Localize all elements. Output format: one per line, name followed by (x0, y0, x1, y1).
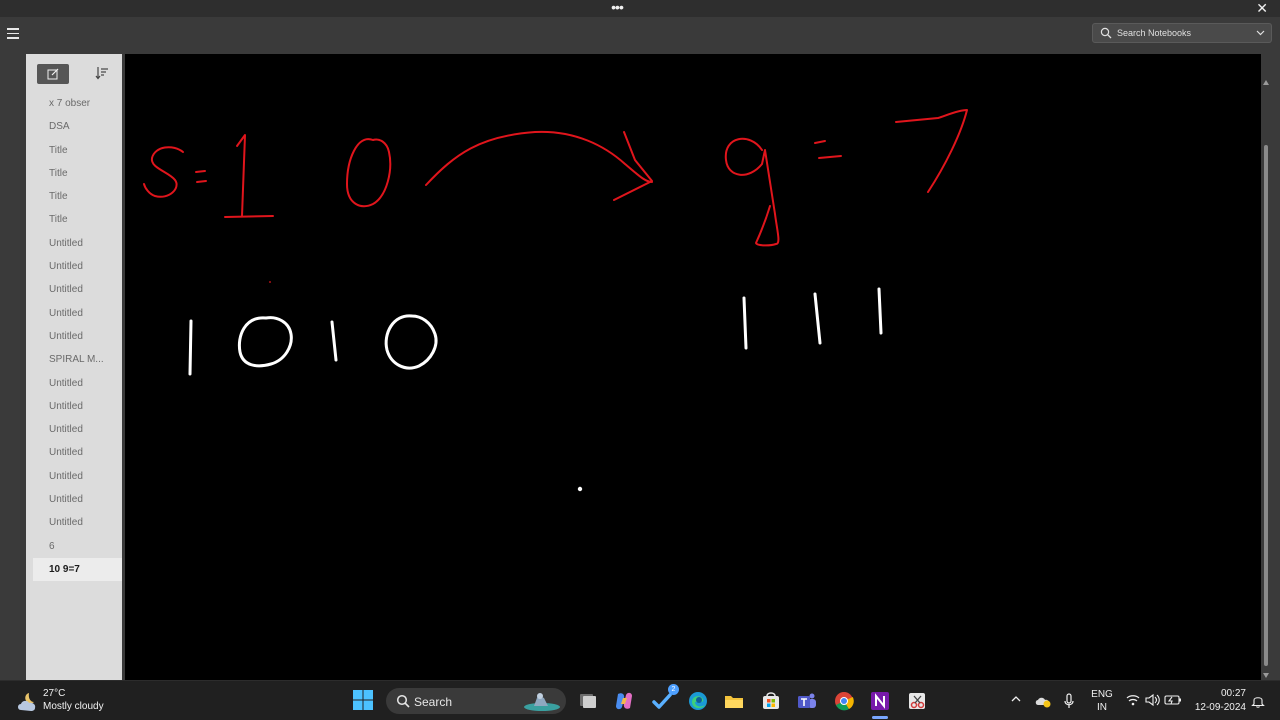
chevron-down-icon[interactable] (1256, 28, 1265, 37)
page-item[interactable]: Untitled (26, 418, 122, 441)
page-item[interactable]: 6 (26, 535, 122, 558)
page-item[interactable]: Title (26, 162, 122, 185)
scroll-down-icon[interactable] (1263, 673, 1269, 678)
wifi-icon[interactable] (1126, 693, 1140, 707)
title-bar: ••• ✕ (0, 0, 1280, 17)
weather-condition: Mostly cloudy (43, 701, 104, 712)
more-options-icon[interactable]: ••• (609, 0, 625, 17)
drawing-canvas[interactable] (125, 54, 1261, 680)
notification-bell-icon[interactable] (1251, 694, 1265, 708)
white-ink-1010 (188, 314, 438, 376)
page-list-sidebar: x 7 obser DSA Title Title Title Title Un… (26, 54, 122, 680)
page-item[interactable]: SPIRAL M... (26, 348, 122, 371)
teams-icon[interactable] (796, 690, 818, 712)
pointer-dot (577, 486, 583, 492)
show-hidden-icons-chevron-icon[interactable] (1010, 694, 1022, 704)
ink-layer (143, 109, 968, 492)
red-ink-dot (269, 281, 271, 283)
language-code: ENG (1091, 689, 1113, 700)
red-ink-9-equals-7 (724, 109, 968, 247)
red-ink-s-equals-10 (143, 130, 653, 218)
tasks-app[interactable]: 2 (651, 684, 679, 712)
new-page-icon (47, 68, 59, 80)
microphone-icon[interactable] (1063, 693, 1075, 709)
page-item[interactable]: Untitled (26, 278, 122, 301)
battery-charging-icon[interactable] (1164, 693, 1182, 707)
page-item[interactable]: Title (26, 208, 122, 231)
scroll-up-icon[interactable] (1263, 80, 1269, 85)
weather-temperature: 27°C (43, 688, 66, 699)
vertical-scrollbar[interactable] (1262, 80, 1270, 680)
partly-cloudy-night-icon (18, 693, 36, 711)
task-view-icon[interactable] (577, 690, 599, 712)
file-explorer-icon[interactable] (723, 690, 745, 712)
clock-date: 12-09-2024 (1194, 702, 1246, 713)
search-highlight-icon (524, 693, 560, 711)
search-notebooks-box[interactable]: Search Notebooks (1092, 23, 1272, 43)
page-item[interactable]: Untitled (26, 372, 122, 395)
sort-icon[interactable] (94, 65, 110, 81)
edge-icon[interactable] (687, 690, 709, 712)
page-item[interactable]: Untitled (26, 395, 122, 418)
search-icon (1100, 27, 1112, 39)
onedrive-sync-icon[interactable] (1034, 693, 1052, 709)
page-item[interactable]: Untitled (26, 325, 122, 348)
clock-time: 00:27 (1220, 688, 1246, 699)
chrome-icon[interactable] (833, 690, 855, 712)
app-toolbar: Search Notebooks (0, 17, 1280, 50)
page-item[interactable]: Title (26, 185, 122, 208)
windows-taskbar: 27°C Mostly cloudy Search 2 ENG IN 00:27… (0, 680, 1280, 720)
white-ink-111 (742, 287, 883, 350)
active-app-indicator (872, 716, 888, 719)
copilot-icon[interactable] (613, 690, 635, 712)
page-item[interactable]: Untitled (26, 302, 122, 325)
taskbar-search-label: Search (414, 695, 453, 709)
page-item[interactable]: x 7 obser (26, 92, 122, 115)
search-notebooks-placeholder: Search Notebooks (1117, 28, 1192, 38)
onenote-icon[interactable] (869, 690, 891, 712)
close-button[interactable]: ✕ (1256, 0, 1268, 17)
weather-widget[interactable]: 27°C Mostly cloudy (16, 687, 136, 717)
snipping-tool-icon[interactable] (906, 690, 928, 712)
page-item[interactable]: Untitled (26, 232, 122, 255)
page-item[interactable]: Untitled (26, 255, 122, 278)
scrollbar-thumb[interactable] (1264, 145, 1268, 666)
page-item[interactable]: Untitled (26, 511, 122, 534)
page-item[interactable]: Untitled (26, 441, 122, 464)
search-icon (396, 694, 410, 708)
page-item-selected[interactable]: 10 9=7 (33, 557, 122, 582)
taskbar-search[interactable]: Search (386, 688, 566, 714)
language-region: IN (1097, 702, 1107, 713)
sidebar-tools (26, 54, 122, 90)
microsoft-store-icon[interactable] (760, 690, 782, 712)
page-item[interactable]: DSA (26, 115, 122, 138)
notification-badge: 2 (668, 684, 679, 695)
hamburger-menu-icon[interactable] (7, 28, 19, 39)
windows-start-icon[interactable] (352, 689, 374, 711)
new-page-button[interactable] (37, 64, 69, 84)
page-item[interactable]: Title (26, 139, 122, 162)
page-item[interactable]: Untitled (26, 465, 122, 488)
volume-icon[interactable] (1145, 693, 1161, 707)
input-language-indicator[interactable]: ENG IN (1091, 688, 1113, 714)
system-clock[interactable]: 00:27 12-09-2024 (1186, 687, 1246, 715)
page-list: x 7 obser DSA Title Title Title Title Un… (26, 92, 122, 582)
page-item[interactable]: Untitled (26, 488, 122, 511)
